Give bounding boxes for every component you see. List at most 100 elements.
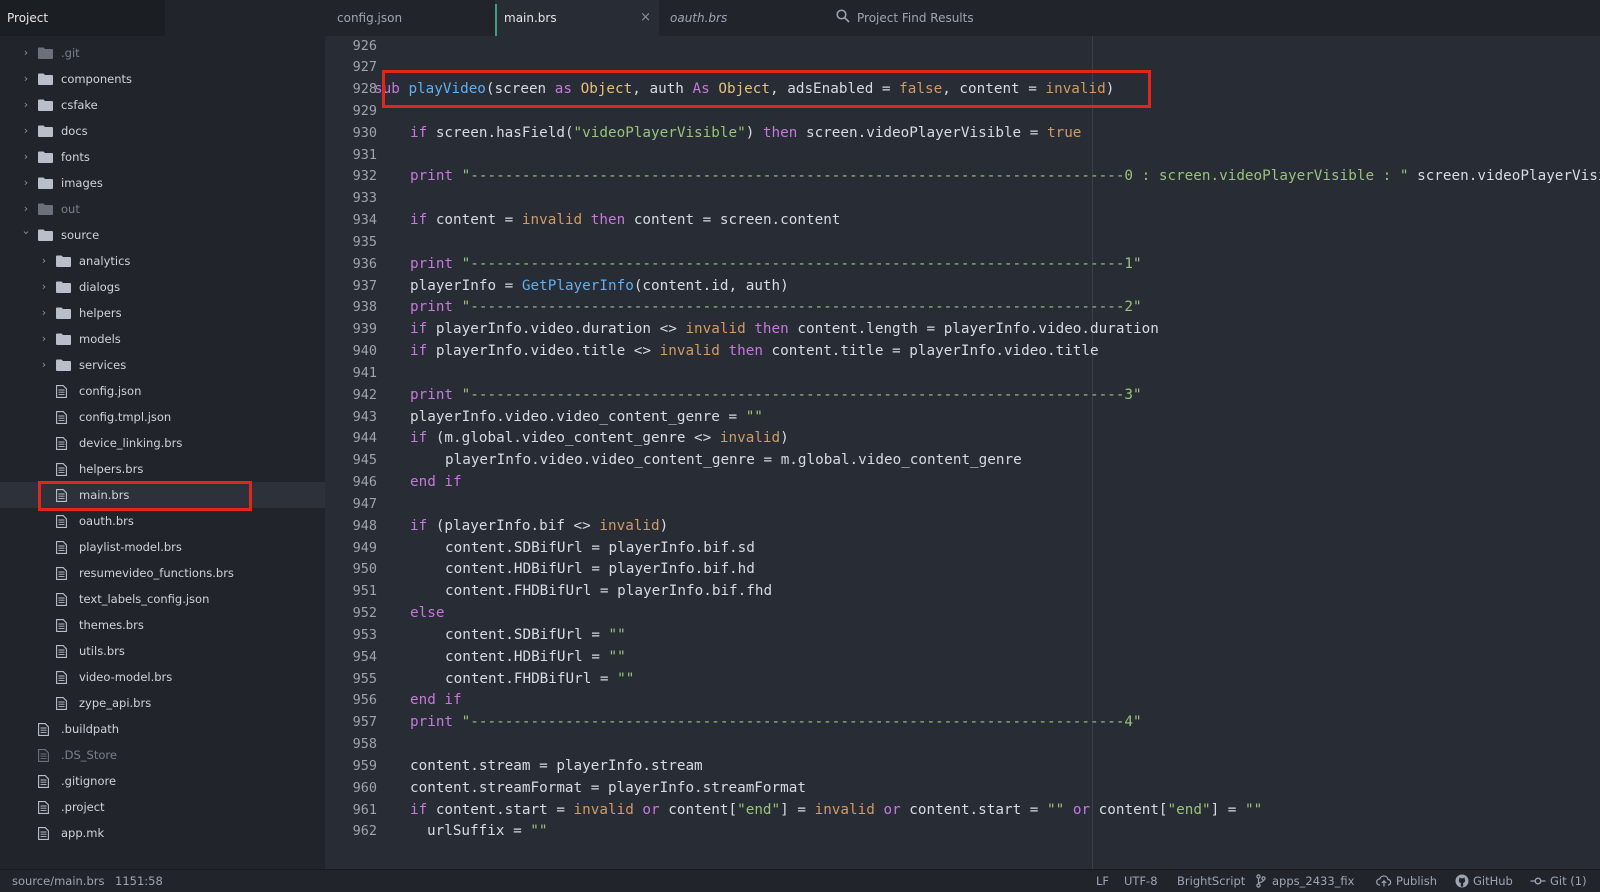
- tab-main-brs[interactable]: main.brs ×: [495, 0, 659, 36]
- code-line[interactable]: content.HDBifUrl = playerInfo.bif.hd: [392, 561, 755, 577]
- code-editor[interactable]: 926 927 928 929 930 931 932 933 934 935 936 937 938 9…: [325, 36, 1600, 869]
- code-line[interactable]: if content.start = invalid or content["e…: [392, 802, 1262, 818]
- tree-folder-git[interactable]: › .git: [0, 40, 325, 66]
- code-line[interactable]: urlSuffix = "": [392, 823, 548, 839]
- status-file-path[interactable]: source/main.brs: [12, 870, 104, 892]
- close-icon[interactable]: ×: [640, 0, 651, 36]
- tree-file-playlist-model-brs[interactable]: playlist-model.brs: [0, 534, 325, 560]
- tree-file-utils-brs[interactable]: utils.brs: [0, 638, 325, 664]
- code-line[interactable]: playerInfo.video.video_content_genre = m…: [392, 452, 1022, 468]
- status-line-ending[interactable]: LF: [1096, 870, 1109, 892]
- tree-file-config-json[interactable]: config.json: [0, 378, 325, 404]
- code-token: content = screen.content: [625, 212, 841, 229]
- code-line[interactable]: content.FHDBifUrl = "": [392, 671, 634, 687]
- tree-file-config-tmpl-json[interactable]: config.tmpl.json: [0, 404, 325, 430]
- tree-folder-source[interactable]: ⌄ source: [0, 222, 325, 248]
- chevron-right-icon[interactable]: ›: [20, 118, 32, 144]
- code-token: content =: [427, 212, 522, 229]
- tree-file-video-model-brs[interactable]: video-model.brs: [0, 664, 325, 690]
- tab-label: main.brs: [504, 11, 557, 25]
- tree-file-app-mk[interactable]: app.mk: [0, 820, 325, 846]
- tree-folder-services[interactable]: › services: [0, 352, 325, 378]
- tab-config-json[interactable]: config.json: [337, 0, 495, 36]
- code-line[interactable]: if playerInfo.video.title <> invalid the…: [392, 343, 1099, 359]
- code-line[interactable]: playerInfo = GetPlayerInfo(content.id, a…: [392, 278, 789, 294]
- code-line[interactable]: print "---------------------------------…: [392, 256, 1142, 272]
- tree-folder-docs[interactable]: › docs: [0, 118, 325, 144]
- code-line[interactable]: if (m.global.video_content_genre <> inva…: [392, 430, 789, 446]
- branch-label: apps_2433_fix: [1272, 874, 1355, 888]
- code-line[interactable]: content.stream = playerInfo.stream: [392, 758, 703, 774]
- code-token: if: [410, 343, 428, 360]
- tree-folder-analytics[interactable]: › analytics: [0, 248, 325, 274]
- code-line[interactable]: if playerInfo.video.duration <> invalid …: [392, 321, 1159, 337]
- tree-file-oauth-brs[interactable]: oauth.brs: [0, 508, 325, 534]
- tree-file-gitignore[interactable]: .gitignore: [0, 768, 325, 794]
- line-number: 929: [352, 102, 377, 119]
- chevron-right-icon[interactable]: ›: [38, 248, 50, 274]
- tab-label: config.json: [337, 11, 403, 25]
- code-line[interactable]: print "---------------------------------…: [392, 299, 1142, 315]
- code-token: playerInfo.video.video_content_genre =: [410, 408, 746, 425]
- code-line[interactable]: content.HDBifUrl = "": [392, 649, 626, 665]
- tab-oauth-brs[interactable]: oauth.brs: [670, 0, 820, 36]
- status-cursor-position[interactable]: 1151:58: [115, 870, 163, 892]
- chevron-right-icon[interactable]: ›: [20, 144, 32, 170]
- tree-file-device-linking-brs[interactable]: device_linking.brs: [0, 430, 325, 456]
- sidebar-title[interactable]: Project: [0, 0, 165, 36]
- chevron-right-icon[interactable]: ›: [20, 40, 32, 66]
- tree-file-helpers-brs[interactable]: helpers.brs: [0, 456, 325, 482]
- tree-folder-fonts[interactable]: › fonts: [0, 144, 325, 170]
- code-line[interactable]: print "---------------------------------…: [392, 387, 1142, 403]
- code-line[interactable]: end if: [392, 692, 462, 708]
- line-number: 955: [352, 670, 377, 687]
- tree-file-buildpath[interactable]: .buildpath: [0, 716, 325, 742]
- tree-folder-models[interactable]: › models: [0, 326, 325, 352]
- tree-folder-dialogs[interactable]: › dialogs: [0, 274, 325, 300]
- code-token: GetPlayerInfo: [521, 277, 634, 294]
- line-number: 939: [352, 321, 377, 338]
- tree-file-zype-api-brs[interactable]: zype_api.brs: [0, 690, 325, 716]
- chevron-right-icon[interactable]: ›: [20, 66, 32, 92]
- line-number: 948: [352, 517, 377, 534]
- tree-folder-images[interactable]: › images: [0, 170, 325, 196]
- chevron-right-icon[interactable]: ›: [20, 170, 32, 196]
- tree-folder-helpers[interactable]: › helpers: [0, 300, 325, 326]
- code-line[interactable]: content.SDBifUrl = playerInfo.bif.sd: [392, 540, 755, 556]
- tree-folder-components[interactable]: › components: [0, 66, 325, 92]
- code-token: playerInfo =: [410, 277, 522, 294]
- chevron-right-icon[interactable]: ›: [20, 92, 32, 118]
- status-encoding[interactable]: UTF-8: [1124, 870, 1158, 892]
- chevron-right-icon[interactable]: ›: [38, 274, 50, 300]
- code-line[interactable]: content.FHDBifUrl = playerInfo.bif.fhd: [392, 583, 772, 599]
- line-number: 937: [352, 277, 377, 294]
- code-line[interactable]: print "---------------------------------…: [392, 714, 1142, 730]
- tree-file-project[interactable]: .project: [0, 794, 325, 820]
- chevron-down-icon[interactable]: ⌄: [20, 218, 32, 244]
- chevron-right-icon[interactable]: ›: [38, 326, 50, 352]
- code-line[interactable]: playerInfo.video.video_content_genre = "…: [392, 409, 763, 425]
- code-token: content.length = playerInfo.video.durati…: [788, 321, 1159, 338]
- tree-folder-csfake[interactable]: › csfake: [0, 92, 325, 118]
- code-line[interactable]: if content = invalid then content = scre…: [392, 212, 840, 228]
- chevron-right-icon[interactable]: ›: [38, 300, 50, 326]
- chevron-right-icon[interactable]: ›: [38, 352, 50, 378]
- code-token: if: [410, 801, 428, 818]
- code-line[interactable]: content.SDBifUrl = "": [392, 627, 626, 643]
- tree-file-themes-brs[interactable]: themes.brs: [0, 612, 325, 638]
- tree-file-ds-store[interactable]: .DS_Store: [0, 742, 325, 768]
- code-token: "---------------------------------------…: [461, 299, 1142, 316]
- tree-file-resumevideo-functions-brs[interactable]: resumevideo_functions.brs: [0, 560, 325, 586]
- code-line[interactable]: end if: [392, 474, 462, 490]
- code-token: "---------------------------------------…: [461, 168, 1409, 185]
- code-line[interactable]: content.streamFormat = playerInfo.stream…: [392, 780, 806, 796]
- code-line[interactable]: if screen.hasField("videoPlayerVisible")…: [392, 125, 1081, 141]
- code-line[interactable]: print "---------------------------------…: [392, 168, 1600, 184]
- tree-file-text-labels-config-json[interactable]: text_labels_config.json: [0, 586, 325, 612]
- status-grammar[interactable]: BrightScript: [1177, 870, 1245, 892]
- tree-folder-out[interactable]: › out: [0, 196, 325, 222]
- tab-project-find-results[interactable]: Project Find Results: [835, 0, 1035, 36]
- code-line[interactable]: else: [392, 605, 444, 621]
- code-line[interactable]: if (playerInfo.bif <> invalid): [392, 518, 668, 534]
